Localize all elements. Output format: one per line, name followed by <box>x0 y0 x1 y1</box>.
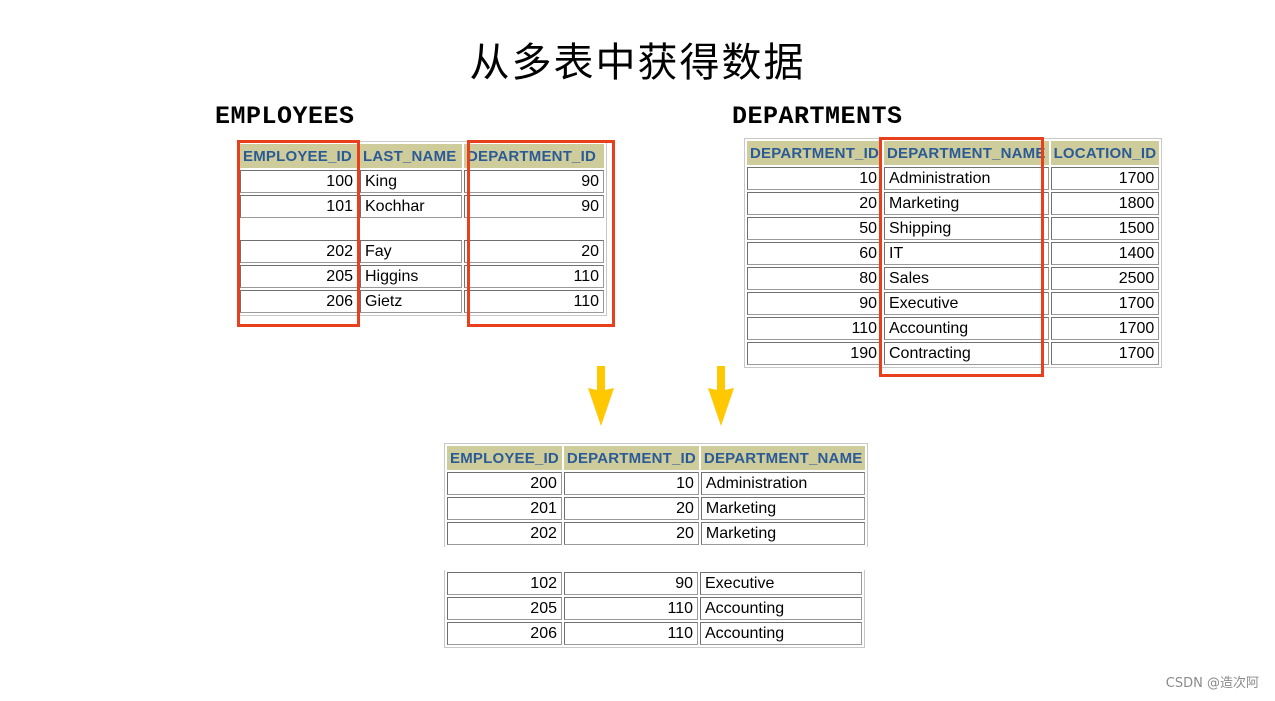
column-header-department-id: DEPARTMENT_ID <box>563 446 699 470</box>
cell-department-name: Marketing <box>700 497 866 520</box>
result-table-top: EMPLOYEE_ID DEPARTMENT_ID DEPARTMENT_NAM… <box>444 443 869 547</box>
cell-department-id: 20 <box>563 497 699 520</box>
cell-employee-id: 201 <box>447 497 562 520</box>
table-row: 202 20 Marketing <box>447 522 866 545</box>
table-header-row: DEPARTMENT_ID DEPARTMENT_NAME LOCATION_I… <box>747 141 1160 165</box>
cell-department-name: Shipping <box>884 217 1049 240</box>
cell-employee-id: 206 <box>447 622 562 645</box>
cell-department-name: Sales <box>884 267 1049 290</box>
down-arrow-icon <box>708 366 734 426</box>
cell-department-id: 60 <box>747 242 882 265</box>
table-row: 206 110 Accounting <box>447 622 862 645</box>
cell-location-id: 2500 <box>1050 267 1160 290</box>
cell-department-name: Administration <box>700 472 866 495</box>
table-row: 20 Marketing 1800 <box>747 192 1160 215</box>
cell-location-id: 1400 <box>1050 242 1160 265</box>
cell-department-name: Marketing <box>884 192 1049 215</box>
cell-department-name: IT <box>884 242 1049 265</box>
cell-last-name: Fay <box>360 240 462 263</box>
cell-department-name: Contracting <box>884 342 1049 365</box>
cell-department-id: 110 <box>464 265 604 288</box>
table-row: 90 Executive 1700 <box>747 292 1160 315</box>
cell-department-name: Accounting <box>884 317 1049 340</box>
table-row: 101 Kochhar 90 <box>240 195 604 218</box>
cell-employee-id: 202 <box>447 522 562 545</box>
cell-employee-id: 100 <box>240 170 358 193</box>
watermark: CSDN @造次阿 <box>1165 676 1259 691</box>
table-row: 110 Accounting 1700 <box>747 317 1160 340</box>
column-header-last-name: LAST_NAME <box>360 144 462 168</box>
cell-department-id: 20 <box>563 522 699 545</box>
cell-department-id: 110 <box>564 622 698 645</box>
cell-department-name: Accounting <box>700 622 862 645</box>
cell-employee-id: 206 <box>240 290 358 313</box>
cell-last-name: Kochhar <box>360 195 462 218</box>
table-row: 100 King 90 <box>240 170 604 193</box>
departments-table: DEPARTMENT_ID DEPARTMENT_NAME LOCATION_I… <box>744 138 1163 368</box>
cell-department-name: Marketing <box>700 522 866 545</box>
table-row: 80 Sales 2500 <box>747 267 1160 290</box>
page-title: 从多表中获得数据 <box>469 40 806 86</box>
cell-location-id: 1700 <box>1050 167 1160 190</box>
cell-department-name: Administration <box>884 167 1049 190</box>
table-gap-row <box>240 220 604 238</box>
table-row: 190 Contracting 1700 <box>747 342 1160 365</box>
table-row: 50 Shipping 1500 <box>747 217 1160 240</box>
column-header-employee-id: EMPLOYEE_ID <box>240 144 358 168</box>
cell-department-id: 90 <box>564 572 698 595</box>
cell-location-id: 1500 <box>1050 217 1160 240</box>
column-header-department-name: DEPARTMENT_NAME <box>884 141 1049 165</box>
cell-department-id: 10 <box>563 472 699 495</box>
cell-employee-id: 200 <box>447 472 562 495</box>
cell-department-id: 90 <box>464 195 604 218</box>
cell-location-id: 1700 <box>1050 292 1160 315</box>
cell-department-id: 90 <box>747 292 882 315</box>
column-header-location-id: LOCATION_ID <box>1050 141 1160 165</box>
cell-department-id: 20 <box>747 192 882 215</box>
cell-location-id: 1800 <box>1050 192 1160 215</box>
table-header-row: EMPLOYEE_ID DEPARTMENT_ID DEPARTMENT_NAM… <box>447 446 866 470</box>
table-row: 10 Administration 1700 <box>747 167 1160 190</box>
cell-department-id: 20 <box>464 240 604 263</box>
cell-department-id: 10 <box>747 167 882 190</box>
column-header-department-id: DEPARTMENT_ID <box>747 141 882 165</box>
cell-department-id: 50 <box>747 217 882 240</box>
departments-table-label: DEPARTMENTS <box>732 102 903 131</box>
cell-department-id: 110 <box>747 317 882 340</box>
cell-employee-id: 101 <box>240 195 358 218</box>
cell-last-name: King <box>360 170 462 193</box>
table-row: 60 IT 1400 <box>747 242 1160 265</box>
table-row: 206 Gietz 110 <box>240 290 604 313</box>
cell-department-id: 190 <box>747 342 882 365</box>
table-row: 200 10 Administration <box>447 472 866 495</box>
table-row: 202 Fay 20 <box>240 240 604 263</box>
column-header-department-id: DEPARTMENT_ID <box>464 144 604 168</box>
table-row: 102 90 Executive <box>447 572 862 595</box>
column-header-employee-id: EMPLOYEE_ID <box>447 446 562 470</box>
column-header-department-name: DEPARTMENT_NAME <box>700 446 866 470</box>
cell-department-name: Executive <box>700 572 862 595</box>
employees-table-label: EMPLOYEES <box>215 102 355 131</box>
cell-department-id: 110 <box>564 597 698 620</box>
cell-department-id: 80 <box>747 267 882 290</box>
cell-last-name: Gietz <box>360 290 462 313</box>
cell-location-id: 1700 <box>1050 342 1160 365</box>
table-row: 205 Higgins 110 <box>240 265 604 288</box>
cell-employee-id: 102 <box>447 572 562 595</box>
cell-employee-id: 202 <box>240 240 358 263</box>
table-header-row: EMPLOYEE_ID LAST_NAME DEPARTMENT_ID <box>240 144 604 168</box>
cell-employee-id: 205 <box>447 597 562 620</box>
cell-employee-id: 205 <box>240 265 358 288</box>
cell-department-id: 90 <box>464 170 604 193</box>
cell-department-name: Executive <box>884 292 1049 315</box>
table-row: 201 20 Marketing <box>447 497 866 520</box>
cell-department-name: Accounting <box>700 597 862 620</box>
down-arrow-icon <box>588 366 614 426</box>
employees-table: EMPLOYEE_ID LAST_NAME DEPARTMENT_ID 100 … <box>237 141 607 316</box>
cell-location-id: 1700 <box>1050 317 1160 340</box>
cell-department-id: 110 <box>464 290 604 313</box>
table-row: 205 110 Accounting <box>447 597 862 620</box>
result-table-bottom: 102 90 Executive 205 110 Accounting 206 … <box>444 570 865 648</box>
cell-last-name: Higgins <box>360 265 462 288</box>
